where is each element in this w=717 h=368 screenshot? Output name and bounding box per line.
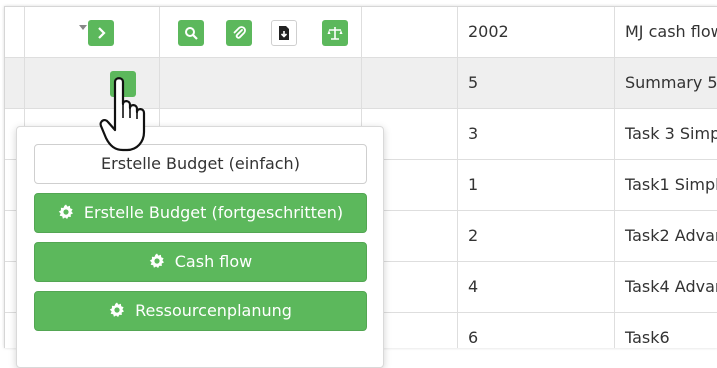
gear-icon	[109, 302, 125, 318]
balance-scale-icon	[327, 27, 343, 40]
create-budget-simple-label: Erstelle Budget (einfach)	[101, 154, 300, 173]
row-number: 5	[468, 73, 479, 92]
attach-button[interactable]	[226, 20, 252, 46]
row-name: Summary 5	[625, 73, 717, 92]
cash-flow-label: Cash flow	[174, 252, 253, 271]
budget-dropdown-menu: Erstelle Budget (einfach) Erstelle Budge…	[16, 126, 384, 368]
row-number: 6	[468, 328, 479, 347]
row-name: Task6	[625, 328, 670, 347]
row-number: 4	[468, 277, 479, 296]
row-number: 2	[468, 226, 479, 245]
row-name: Task1 Simple	[625, 175, 717, 194]
search-button[interactable]	[178, 20, 204, 46]
create-budget-advanced-button[interactable]: Erstelle Budget (fortgeschritten)	[34, 193, 367, 233]
row-number: 2002	[468, 22, 509, 41]
hand-pointer-icon	[99, 77, 146, 152]
create-budget-advanced-label: Erstelle Budget (fortgeschritten)	[83, 203, 344, 222]
table-row[interactable]: 2002 MJ cash flow	[5, 7, 717, 58]
resource-planning-button[interactable]: Ressourcenplanung	[34, 291, 367, 331]
cash-flow-button[interactable]: Cash flow	[34, 242, 367, 282]
row-number: 3	[468, 124, 479, 143]
caret-down-icon[interactable]	[79, 25, 87, 30]
resource-planning-label: Ressourcenplanung	[135, 301, 292, 320]
file-download-icon	[279, 26, 289, 40]
gear-icon	[149, 253, 165, 269]
gear-icon	[58, 204, 74, 220]
file-download-button[interactable]	[271, 20, 297, 46]
create-budget-simple-button[interactable]: Erstelle Budget (einfach)	[34, 144, 367, 184]
row-name: Task2 Advanced	[625, 226, 717, 245]
row-name: Task4 Advanced	[625, 277, 717, 296]
paperclip-icon	[233, 26, 246, 39]
search-icon	[185, 27, 198, 40]
balance-button[interactable]	[322, 20, 348, 46]
expand-button[interactable]	[88, 20, 114, 46]
row-name: MJ cash flow	[625, 22, 717, 41]
chevron-right-icon	[98, 27, 106, 39]
row-name: Task 3 Simple	[625, 124, 717, 143]
row-number: 1	[468, 175, 479, 194]
